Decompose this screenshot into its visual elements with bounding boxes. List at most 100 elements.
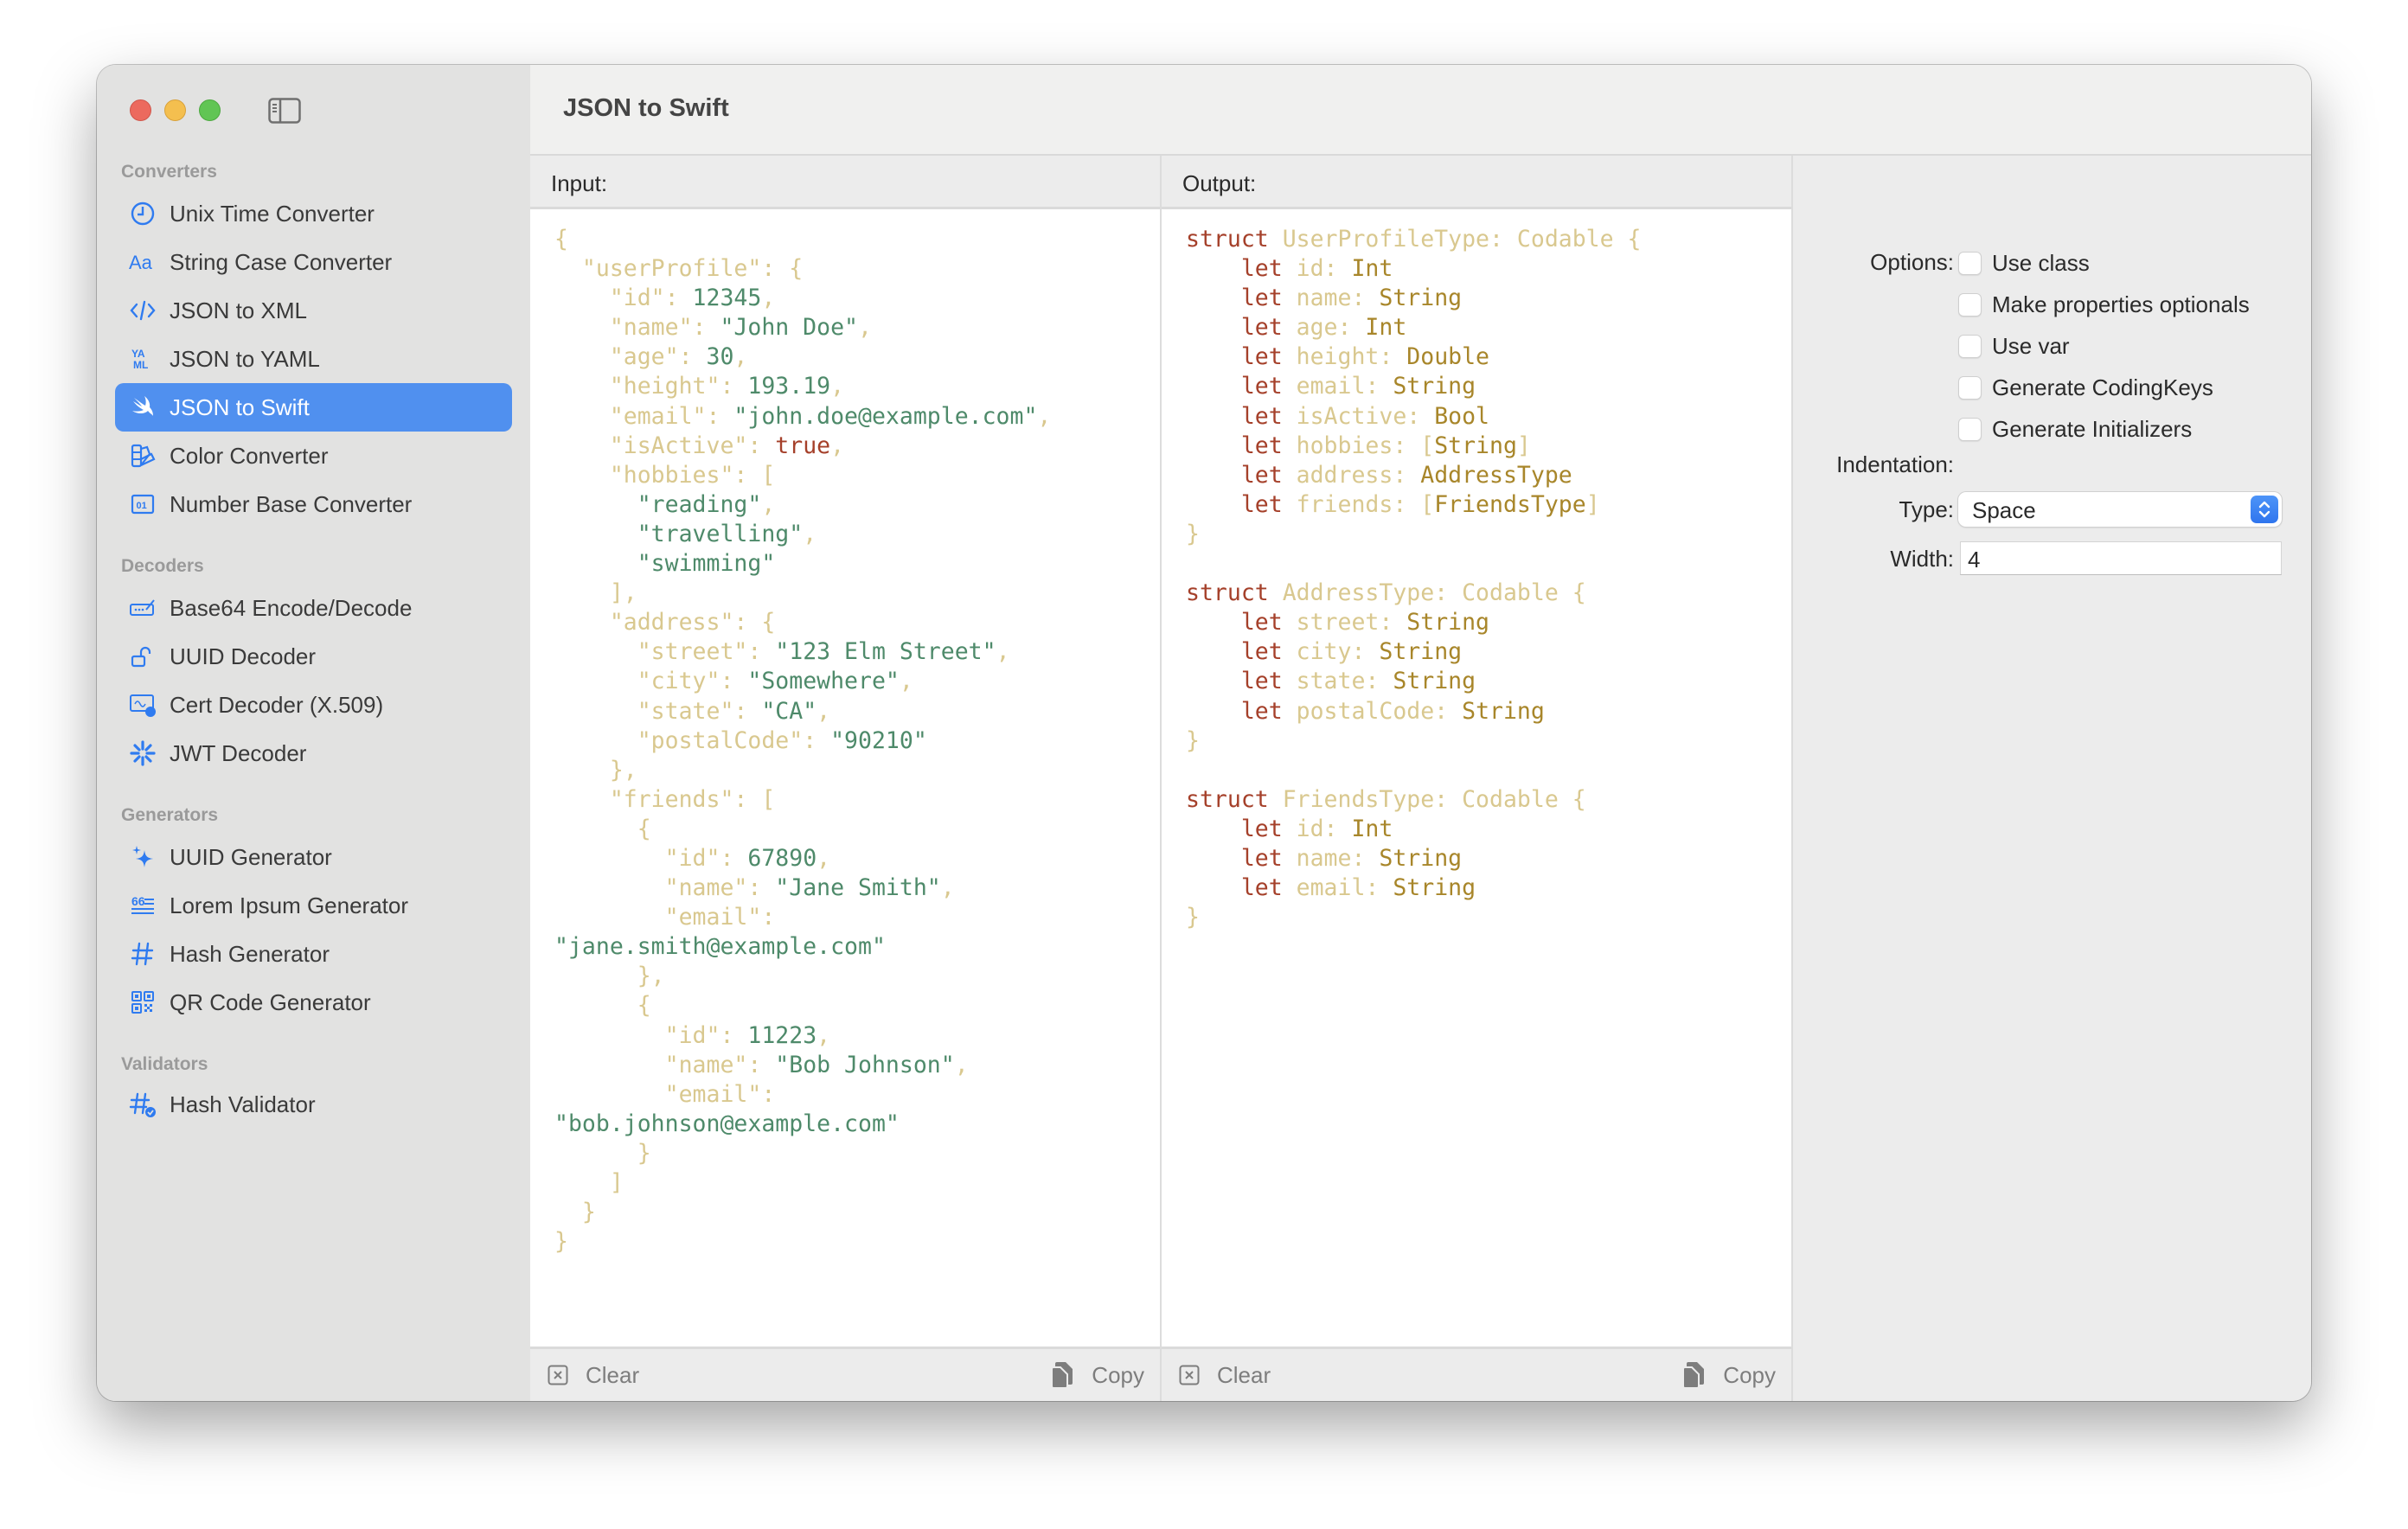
code-token: , — [858, 314, 872, 342]
code-token: "id": — [554, 844, 748, 872]
code-token: let — [1186, 343, 1283, 371]
sidebar-item-qr-code-generator[interactable]: QR Code Generator — [115, 978, 512, 1027]
input-editor[interactable]: { "userProfile": { "id": 12345, "name": … — [554, 225, 1151, 1257]
indentation-type-value: Space — [1972, 497, 2036, 523]
output-editor[interactable]: struct UserProfileType: Codable { let id… — [1186, 225, 1783, 932]
svg-text:Aa: Aa — [129, 252, 153, 273]
sidebar-item-lorem-ipsum-generator[interactable]: 66 Lorem Ipsum Generator — [115, 881, 512, 930]
sidebar-item-json-to-yaml[interactable]: YA ML JSON to YAML — [115, 335, 512, 383]
code-token: "jane.smith@example.com" — [554, 933, 886, 961]
indentation-type-select[interactable]: Space — [1958, 492, 2282, 527]
checkbox-box[interactable] — [1958, 375, 1982, 400]
asterisk-burst-icon — [127, 738, 158, 769]
quote-lines-icon: 66 — [127, 890, 158, 921]
sidebar-item-jwt-decoder[interactable]: JWT Decoder — [115, 729, 512, 777]
sidebar-item-hash-generator[interactable]: Hash Generator — [115, 930, 512, 978]
sidebar-item-json-to-xml[interactable]: JSON to XML — [115, 286, 512, 335]
sidebar-item-color-converter[interactable]: Color Converter — [115, 432, 512, 480]
input-panel-header: Input: — [530, 156, 1160, 209]
code-line: "name": "John Doe", — [554, 313, 1151, 342]
code-line: } — [554, 1139, 1151, 1168]
code-token: , — [733, 343, 748, 371]
code-token: , — [803, 520, 817, 547]
code-token: 67890 — [747, 844, 817, 872]
sidebar-item-label: UUID Generator — [170, 843, 332, 870]
code-line: let isActive: Bool — [1186, 402, 1783, 432]
code-line: "name": "Bob Johnson", — [554, 1051, 1151, 1080]
code-line: let city: String — [1186, 637, 1783, 667]
checkbox-use-var[interactable]: Use var — [1958, 333, 2070, 359]
code-token: FriendsType: Codable { — [1268, 785, 1586, 813]
code-line: "email": — [554, 903, 1151, 932]
minimize-window-button[interactable] — [164, 99, 186, 121]
code-token: let — [1186, 668, 1283, 695]
code-line: } — [1186, 903, 1783, 932]
qrcode-icon — [127, 987, 158, 1018]
indentation-width-value: 4 — [1968, 547, 1981, 573]
checkbox-generate-codingkeys[interactable]: Generate CodingKeys — [1958, 374, 2213, 400]
code-token: true — [775, 432, 831, 459]
copy-documents-icon — [1051, 1362, 1073, 1389]
code-token: Double — [1406, 343, 1490, 371]
checkbox-generate-initializers[interactable]: Generate Initializers — [1958, 416, 2192, 442]
code-token: , — [954, 1051, 969, 1078]
code-token: String — [1393, 874, 1476, 902]
close-window-button[interactable] — [130, 99, 151, 121]
code-line: "hobbies": [ — [554, 461, 1151, 490]
code-line: let name: String — [1186, 844, 1783, 873]
code-line: let email: String — [1186, 873, 1783, 903]
output-footer: Clear Copy — [1162, 1347, 1791, 1401]
sidebar-item-number-base-converter[interactable]: 01 Number Base Converter — [115, 480, 512, 528]
checkbox-use-class[interactable]: Use class — [1958, 250, 2090, 276]
sidebar-item-string-case-converter[interactable]: Aa String Case Converter — [115, 238, 512, 286]
sidebar-section-decoders: Decoders — [121, 556, 204, 576]
code-token: } — [554, 1199, 596, 1226]
sidebar-item-label: UUID Decoder — [170, 643, 317, 669]
sidebar-item-unix-time-converter[interactable]: Unix Time Converter — [115, 189, 512, 238]
sidebar-item-uuid-decoder[interactable]: UUID Decoder — [115, 632, 512, 681]
width-label: Width: — [1890, 546, 1954, 572]
type-label: Type: — [1899, 496, 1954, 522]
input-copy-button[interactable]: Copy — [1050, 1349, 1144, 1401]
sidebar-item-hash-validator[interactable]: Hash Validator — [115, 1080, 512, 1129]
sidebar-item-uuid-generator[interactable]: UUID Generator — [115, 833, 512, 881]
sidebar-item-base64-encode-decode[interactable]: Base64 Encode/Decode — [115, 584, 512, 632]
zoom-window-button[interactable] — [199, 99, 221, 121]
sidebar-item-cert-decoder-x-509[interactable]: Cert Decoder (X.509) — [115, 681, 512, 729]
checkbox-box[interactable] — [1958, 292, 1982, 317]
code-line: "reading", — [554, 490, 1151, 520]
code-line: let id: Int — [1186, 815, 1783, 844]
code-token: "street": — [554, 638, 776, 666]
code-line: struct AddressType: Codable { — [1186, 579, 1783, 608]
toolbar: JSON to Swift — [530, 65, 2311, 156]
code-token: address: — [1282, 461, 1421, 489]
input-clear-button[interactable]: Clear — [548, 1349, 639, 1401]
checkbox-box[interactable] — [1958, 417, 1982, 441]
svg-text:66: 66 — [131, 894, 145, 908]
checkbox-box[interactable] — [1958, 251, 1982, 275]
output-clear-button[interactable]: Clear — [1179, 1349, 1271, 1401]
code-token: "height": — [554, 373, 748, 400]
indentation-width-field[interactable]: 4 — [1960, 541, 2282, 575]
output-copy-button[interactable]: Copy — [1681, 1349, 1776, 1401]
chevron-up-down-icon — [2258, 501, 2270, 518]
output-clear-label: Clear — [1217, 1361, 1271, 1388]
lock-open-icon — [127, 641, 158, 672]
code-token: , — [830, 432, 845, 459]
code-token: , — [761, 490, 776, 518]
checkbox-make-properties-optionals[interactable]: Make properties optionals — [1958, 291, 2250, 317]
checkbox-box[interactable] — [1958, 334, 1982, 358]
code-line: let name: String — [1186, 284, 1783, 313]
input-clear-label: Clear — [586, 1361, 640, 1388]
code-line: "age": 30, — [554, 342, 1151, 372]
sidebar-toggle-button[interactable] — [268, 98, 301, 124]
sidebar-item-label: JSON to Swift — [170, 393, 310, 420]
sidebar-item-json-to-swift[interactable]: JSON to Swift — [115, 383, 512, 432]
page-title: JSON to Swift — [563, 94, 729, 122]
sidebar-item-label: Color Converter — [170, 442, 329, 469]
code-token: let — [1186, 402, 1283, 430]
sidebar-item-label: Lorem Ipsum Generator — [170, 892, 409, 918]
code-token: String — [1379, 285, 1463, 312]
code-token: , — [830, 373, 845, 400]
code-token: 11223 — [747, 1021, 817, 1049]
